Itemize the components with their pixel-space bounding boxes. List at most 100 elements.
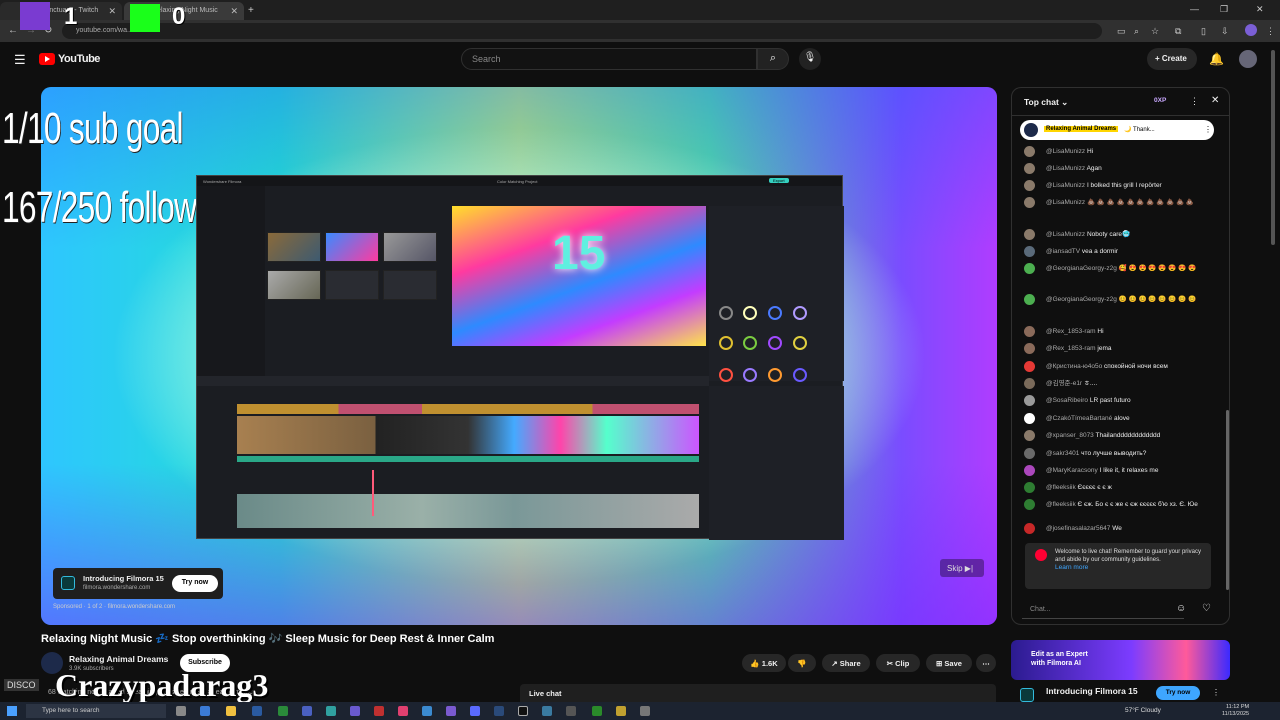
chat-avatar[interactable] xyxy=(1024,326,1035,337)
live-chat-replay-bar[interactable]: Live chat xyxy=(520,684,996,704)
app-icon[interactable] xyxy=(302,706,312,716)
learn-more-link[interactable]: Learn more xyxy=(1055,564,1088,571)
chat-author[interactable]: @GeorgianaGeorgy-z2g xyxy=(1046,296,1117,303)
browser-tab-twitch[interactable]: uwuSanctuary - Twitch ✕ xyxy=(0,2,122,20)
chat-mode-dropdown[interactable]: Top chat ⌄ xyxy=(1024,97,1068,108)
weather-widget[interactable]: 57°F Cloudy xyxy=(1125,707,1161,714)
account-avatar[interactable] xyxy=(1239,50,1257,68)
close-icon[interactable]: ✕ xyxy=(230,6,238,17)
page-scrollbar[interactable] xyxy=(1271,50,1275,245)
like-button[interactable]: 👍 1.6K xyxy=(742,654,786,672)
chat-more-icon[interactable]: ⋮ xyxy=(1190,96,1199,107)
cast-icon[interactable]: ▭ xyxy=(1117,26,1126,37)
more-actions-button[interactable]: ⋯ xyxy=(976,654,996,672)
create-button[interactable]: + Create xyxy=(1147,48,1197,70)
chat-avatar[interactable] xyxy=(1024,448,1035,459)
chat-author[interactable]: @xpanser_8073 xyxy=(1046,432,1094,439)
pinned-more-icon[interactable]: ⋮ xyxy=(1204,125,1212,134)
chat-avatar[interactable] xyxy=(1024,395,1035,406)
app-icon[interactable] xyxy=(616,706,626,716)
chat-author[interactable]: @Rex_1853-ram xyxy=(1046,345,1096,352)
side-ad-more-icon[interactable]: ⋮ xyxy=(1212,688,1220,697)
chat-avatar[interactable] xyxy=(1024,229,1035,240)
chat-author[interactable]: @SosaRibeiro xyxy=(1046,397,1088,404)
chat-avatar[interactable] xyxy=(1024,361,1035,372)
chat-author[interactable]: @LisaMunizz xyxy=(1046,231,1085,238)
window-close-icon[interactable]: ✕ xyxy=(1256,4,1264,15)
channel-name[interactable]: Relaxing Animal Dreams xyxy=(69,654,168,664)
steam-icon[interactable] xyxy=(494,706,504,716)
chat-author[interactable]: @fleeksiik xyxy=(1046,484,1076,491)
chat-author[interactable]: @sakr3401 xyxy=(1046,450,1079,457)
chat-author[interactable]: @fleeksiik xyxy=(1046,501,1076,508)
save-button[interactable]: ⊞ Save xyxy=(926,654,972,672)
xbox-icon[interactable] xyxy=(592,706,602,716)
new-tab-icon[interactable]: + xyxy=(248,5,254,16)
zoom-icon[interactable]: ⌕ xyxy=(1134,26,1139,37)
maximize-icon[interactable]: ❐ xyxy=(1220,4,1228,15)
chat-avatar[interactable] xyxy=(1024,430,1035,441)
chrome-icon[interactable] xyxy=(278,706,288,716)
chat-avatar[interactable] xyxy=(1024,263,1035,274)
url-field[interactable]: youtube.com/wa... xyxy=(62,23,1102,39)
chat-author[interactable]: @MaryKaracsony xyxy=(1046,467,1098,474)
edge-icon[interactable] xyxy=(200,706,210,716)
chat-avatar[interactable] xyxy=(1024,465,1035,476)
notifications-bell-icon[interactable]: 🔔 xyxy=(1209,52,1224,66)
chat-input[interactable]: Chat... xyxy=(1022,601,1184,619)
chat-avatar[interactable] xyxy=(1024,523,1035,534)
side-ad-try-now-button[interactable]: Try now xyxy=(1156,686,1200,700)
chat-avatar[interactable] xyxy=(1024,413,1035,424)
app-icon[interactable] xyxy=(566,706,576,716)
kick-app-icon[interactable] xyxy=(518,706,528,716)
chat-author[interactable]: @LisaMunizz xyxy=(1046,199,1085,206)
chat-avatar[interactable] xyxy=(1024,378,1035,389)
voice-search-button[interactable]: 🎙 xyxy=(799,48,821,70)
discord-icon[interactable] xyxy=(470,706,480,716)
close-icon[interactable]: ✕ xyxy=(108,6,116,17)
app-icon[interactable] xyxy=(542,706,552,716)
hamburger-menu-icon[interactable]: ☰ xyxy=(14,52,26,68)
dislike-button[interactable]: 👎 xyxy=(788,654,816,672)
chat-avatar[interactable] xyxy=(1024,163,1035,174)
chat-scrollbar[interactable] xyxy=(1226,410,1229,590)
search-input[interactable]: Search xyxy=(461,48,757,70)
share-button[interactable]: ↗ Share xyxy=(822,654,870,672)
chat-author[interactable]: @김영준-e1r xyxy=(1046,380,1082,387)
profile-avatar[interactable] xyxy=(1245,24,1257,36)
chat-avatar[interactable] xyxy=(1024,246,1035,257)
sidebar-icon[interactable]: ▯ xyxy=(1201,26,1206,37)
chat-author[interactable]: @LisaMunizz xyxy=(1046,165,1085,172)
task-view-icon[interactable] xyxy=(176,706,186,716)
chat-author[interactable]: @Кристина-ю4о5о xyxy=(1046,363,1102,370)
youtube-logo-icon[interactable] xyxy=(39,53,55,65)
chat-avatar[interactable] xyxy=(1024,197,1035,208)
heart-icon[interactable]: ♡ xyxy=(1202,603,1211,614)
minimize-icon[interactable]: — xyxy=(1190,4,1199,14)
system-clock[interactable]: 11:12 PM 11/13/2025 xyxy=(1222,704,1249,718)
chat-author[interactable]: @GeorgianaGeorgy-z2g xyxy=(1046,265,1117,272)
file-explorer-icon[interactable] xyxy=(226,706,236,716)
side-ad-banner[interactable]: Edit as an Expert with Filmora AI xyxy=(1011,640,1230,680)
close-chat-icon[interactable]: ✕ xyxy=(1211,95,1219,106)
chat-author[interactable]: @CzakóTímeaBartané xyxy=(1046,415,1112,422)
chat-avatar[interactable] xyxy=(1024,343,1035,354)
chat-author[interactable]: @LisaMunizz xyxy=(1046,148,1085,155)
windows-start-icon[interactable] xyxy=(7,706,17,716)
tiktok-icon[interactable] xyxy=(398,706,408,716)
extensions-icon[interactable]: ⧉ xyxy=(1175,26,1181,37)
store-icon[interactable] xyxy=(252,706,262,716)
chat-avatar[interactable] xyxy=(1024,499,1035,510)
chat-avatar[interactable] xyxy=(1024,482,1035,493)
app-icon[interactable] xyxy=(640,706,650,716)
app-icon[interactable] xyxy=(350,706,360,716)
side-ad-title[interactable]: Introducing Filmora 15 xyxy=(1046,686,1138,696)
back-icon[interactable]: ← xyxy=(8,25,18,36)
chat-author[interactable]: @iansadTV xyxy=(1046,248,1080,255)
star-icon[interactable]: ☆ xyxy=(1151,26,1159,37)
chat-author[interactable]: @josefinasalazar5647 xyxy=(1046,525,1110,532)
clip-button[interactable]: ✂ Clip xyxy=(876,654,920,672)
app-icon[interactable] xyxy=(326,706,336,716)
taskbar-search[interactable]: Type here to search xyxy=(26,704,166,718)
emoji-icon[interactable]: ☺ xyxy=(1176,603,1186,614)
